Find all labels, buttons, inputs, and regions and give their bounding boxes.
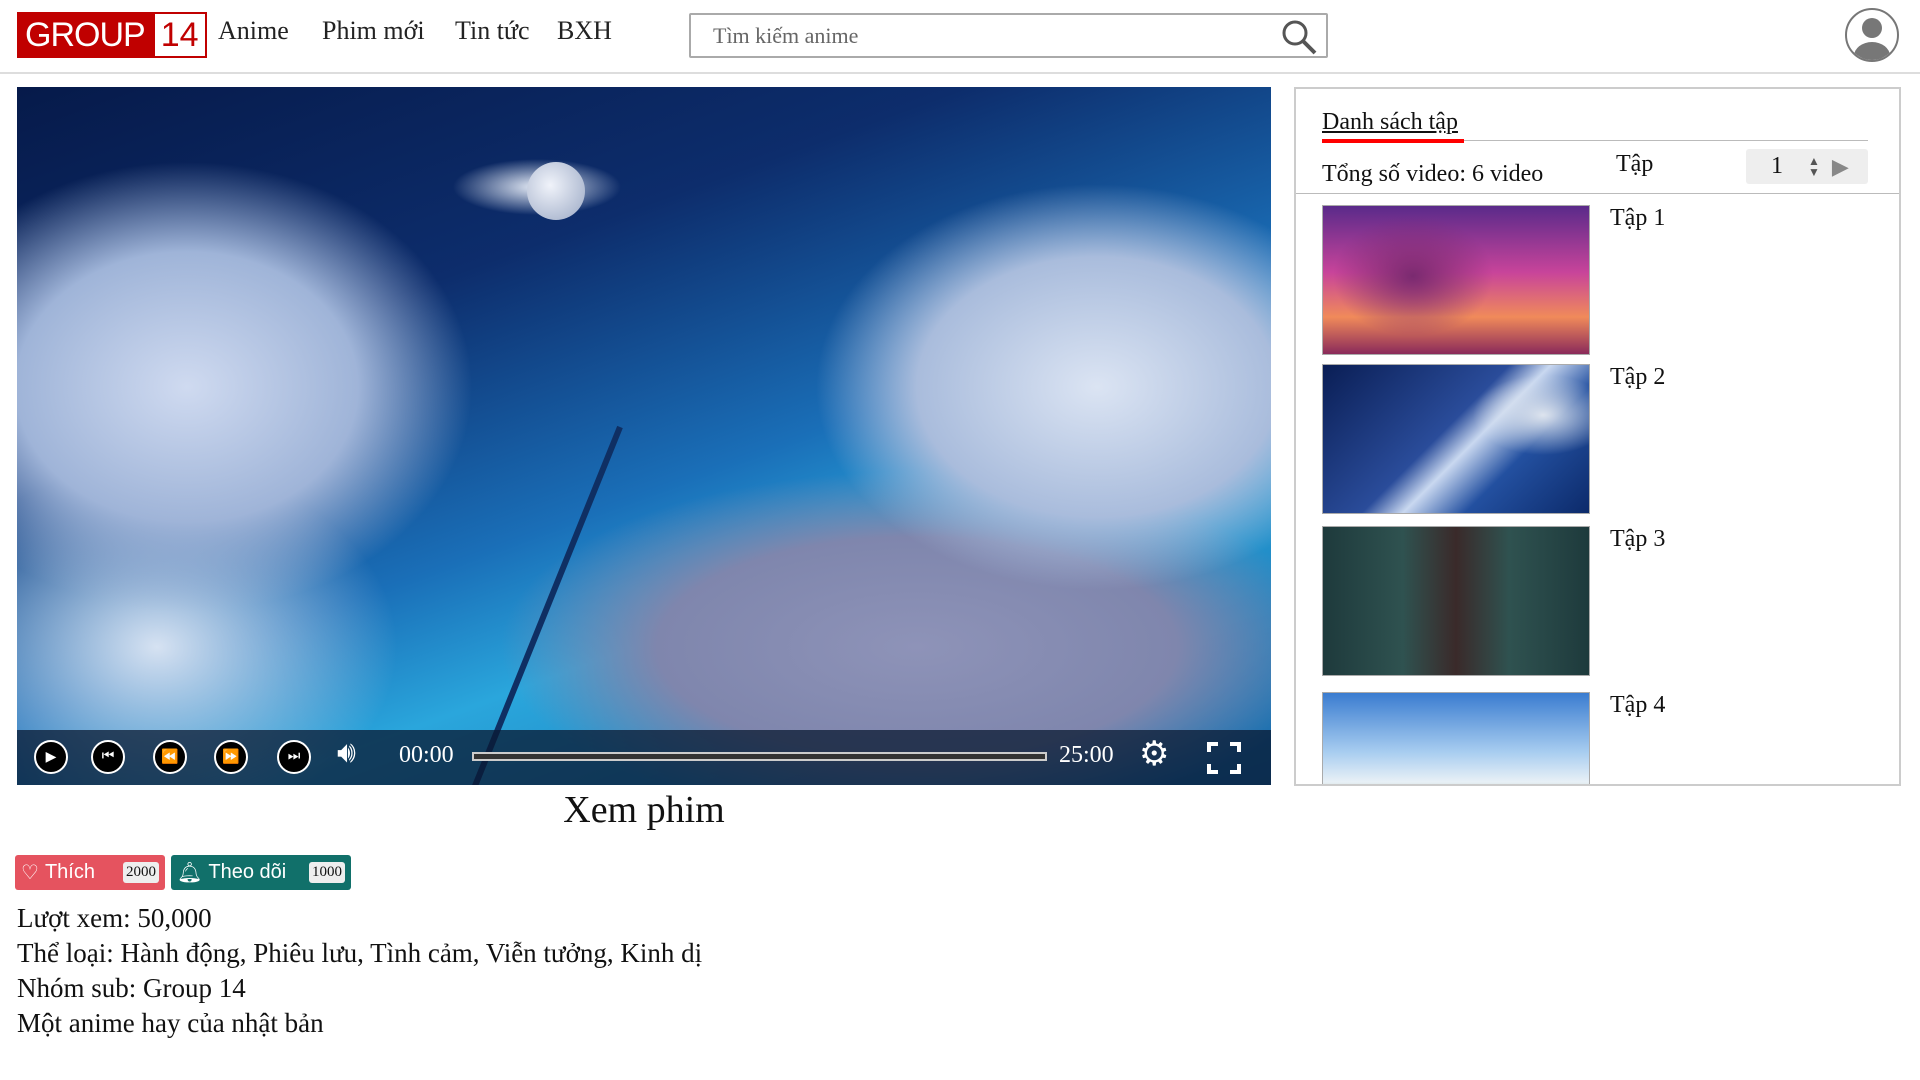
fullscreen-icon[interactable] [1207, 742, 1241, 779]
next-icon[interactable]: ⏭ [277, 740, 311, 774]
duration: 25:00 [1059, 742, 1114, 768]
page-title: Xem phim [563, 789, 725, 831]
settings-gear-icon[interactable]: ⚙ [1139, 734, 1169, 774]
episode-thumbnail-2[interactable] [1322, 364, 1590, 514]
go-arrow-icon[interactable]: ▶ [1832, 154, 1849, 180]
episode-selector-label: Tập [1616, 151, 1654, 177]
episode-item-label[interactable]: Tập 4 [1610, 692, 1665, 719]
volume-icon[interactable]: 🔊︎ [337, 736, 356, 770]
progress-bar[interactable] [472, 752, 1047, 761]
play-icon[interactable]: ▶ [34, 740, 68, 774]
bell-icon: 🔔︎ [177, 862, 203, 884]
episode-item-label[interactable]: Tập 2 [1610, 364, 1665, 391]
total-videos: Tổng số video: 6 video [1322, 161, 1544, 187]
follow-count: 1000 [309, 862, 345, 883]
user-avatar-icon[interactable] [1845, 8, 1899, 62]
video-frame-moon [527, 162, 585, 220]
follow-button[interactable]: 🔔︎ Theo dõi 1000 [171, 855, 351, 890]
video-player[interactable]: ▶ ⏮ ⏪ ⏩ ⏭ 🔊︎ 00:00 25:00 ⚙ [17, 87, 1271, 785]
episode-thumbnail-1[interactable] [1322, 205, 1590, 355]
episode-thumbnail-4[interactable] [1322, 692, 1590, 784]
genres: Thể loại: Hành động, Phiêu lưu, Tình cảm… [17, 938, 703, 968]
tab-active-indicator [1322, 139, 1464, 143]
tab-episode-list[interactable]: Danh sách tập [1322, 109, 1458, 136]
like-button[interactable]: ♡ Thích 2000 [15, 855, 165, 890]
search-icon[interactable] [1280, 18, 1318, 61]
stepper-arrows-icon[interactable]: ▲ ▼ [1808, 155, 1820, 178]
current-time: 00:00 [399, 742, 454, 768]
episode-item-label[interactable]: Tập 3 [1610, 526, 1665, 553]
nav-ranking[interactable]: BXH [557, 16, 612, 46]
heart-icon: ♡ [21, 862, 39, 884]
description: Một anime hay của nhật bản [17, 1008, 324, 1038]
episode-item-label[interactable]: Tập 1 [1610, 205, 1665, 232]
header: GROUP 14 Anime Phim mới Tin tức BXH [0, 0, 1920, 74]
search-box [689, 13, 1328, 58]
nav-news[interactable]: Tin tức [455, 16, 530, 46]
sub-group: Nhóm sub: Group 14 [17, 973, 246, 1003]
panel-divider [1296, 193, 1899, 194]
episode-thumbnail-3[interactable] [1322, 526, 1590, 676]
view-count: Lượt xem: 50,000 [17, 903, 212, 933]
fast-forward-icon[interactable]: ⏩ [214, 740, 248, 774]
like-count: 2000 [123, 862, 159, 883]
previous-icon[interactable]: ⏮ [91, 740, 125, 774]
logo[interactable]: GROUP 14 [17, 12, 207, 58]
nav-new-movies[interactable]: Phim mới [322, 16, 425, 46]
episode-panel: Danh sách tập Tổng số video: 6 video Tập… [1294, 87, 1901, 786]
episode-number-input[interactable]: 1 ▲ ▼ ▶ [1746, 149, 1868, 184]
search-input[interactable] [691, 15, 1251, 56]
player-controls: ▶ ⏮ ⏪ ⏩ ⏭ 🔊︎ 00:00 25:00 ⚙ [17, 730, 1271, 785]
nav-anime[interactable]: Anime [218, 16, 289, 46]
rewind-icon[interactable]: ⏪ [153, 740, 187, 774]
